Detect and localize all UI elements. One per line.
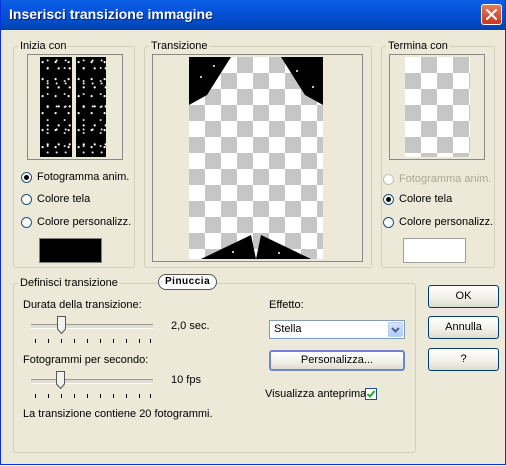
preview-inizia-image-right (76, 57, 106, 157)
checkmark-icon (366, 390, 376, 398)
termina-color-swatch[interactable] (403, 238, 466, 263)
durata-label: Durata della transizione: (23, 299, 142, 311)
durata-value: 2,0 sec. (171, 320, 210, 332)
inizia-label-personalizz[interactable]: Colore personalizz. (37, 216, 131, 228)
inizia-radio-fotogramma[interactable] (21, 172, 32, 183)
termina-radio-fotogramma[interactable] (383, 174, 394, 185)
preview-inizia-image-left (40, 57, 72, 157)
termina-label-personalizz[interactable]: Colore personalizz. (399, 216, 493, 228)
effetto-select-value: Stella (274, 323, 302, 335)
star-transition-overlay (189, 57, 323, 259)
inizia-color-swatch[interactable] (39, 238, 102, 263)
chevron-down-icon[interactable] (388, 322, 403, 337)
title-bar[interactable]: Inserisci transizione immagine (1, 0, 505, 30)
fps-value: 10 fps (171, 374, 201, 386)
ok-button[interactable]: OK (428, 285, 499, 308)
fps-slider-track[interactable] (31, 379, 153, 384)
annulla-button[interactable]: Annulla (428, 316, 499, 339)
durata-slider-thumb[interactable] (57, 316, 66, 334)
help-button-label: ? (460, 353, 467, 365)
group-termina-label: Termina con (388, 40, 448, 52)
termina-label-fotogramma[interactable]: Fotogramma anim. (399, 173, 491, 185)
durata-slider-ticks (35, 339, 151, 343)
group-inizia-label: Inizia con (20, 40, 67, 52)
anteprima-label[interactable]: Visualizza anteprima (265, 388, 366, 400)
termina-radio-tela[interactable] (383, 194, 394, 205)
fps-slider-thumb[interactable] (56, 371, 65, 389)
frame-count-info: La transizione contiene 20 fotogrammi. (23, 408, 213, 420)
preview-termina (389, 54, 485, 160)
help-button[interactable]: ? (428, 348, 499, 371)
inizia-label-tela[interactable]: Colore tela (37, 193, 90, 205)
durata-slider-track[interactable] (31, 324, 153, 329)
effetto-select[interactable]: Stella (269, 320, 405, 339)
fps-label: Fotogrammi per secondo: (23, 354, 149, 366)
effetto-label: Effetto: (269, 299, 304, 311)
termina-label-tela[interactable]: Colore tela (399, 193, 452, 205)
window-title: Inserisci transizione immagine (9, 6, 213, 22)
personalizza-button[interactable]: Personalizza... (269, 350, 405, 371)
inizia-label-fotogramma[interactable]: Fotogramma anim. (37, 171, 129, 183)
termina-radio-personalizz[interactable] (383, 217, 394, 228)
preview-transizione (152, 54, 363, 262)
fps-slider-ticks (35, 394, 151, 398)
anteprima-checkbox[interactable] (365, 388, 377, 400)
preview-inizia (27, 54, 123, 160)
ok-button-label: OK (455, 290, 472, 302)
preview-termina-image (405, 57, 470, 157)
watermark-badge: Pinuccia (158, 274, 218, 290)
group-definisci-label: Definisci transizione (20, 277, 118, 289)
annulla-button-label: Annulla (445, 321, 482, 333)
inizia-radio-tela[interactable] (21, 194, 32, 205)
dialog-window: Inserisci transizione immagine Inizia co… (0, 0, 506, 465)
close-icon (486, 9, 497, 20)
group-transizione-label: Transizione (151, 40, 208, 52)
personalizza-button-label: Personalizza... (300, 354, 374, 366)
inizia-radio-personalizz[interactable] (21, 217, 32, 228)
close-button[interactable] (481, 4, 502, 25)
preview-transizione-image (189, 57, 323, 259)
